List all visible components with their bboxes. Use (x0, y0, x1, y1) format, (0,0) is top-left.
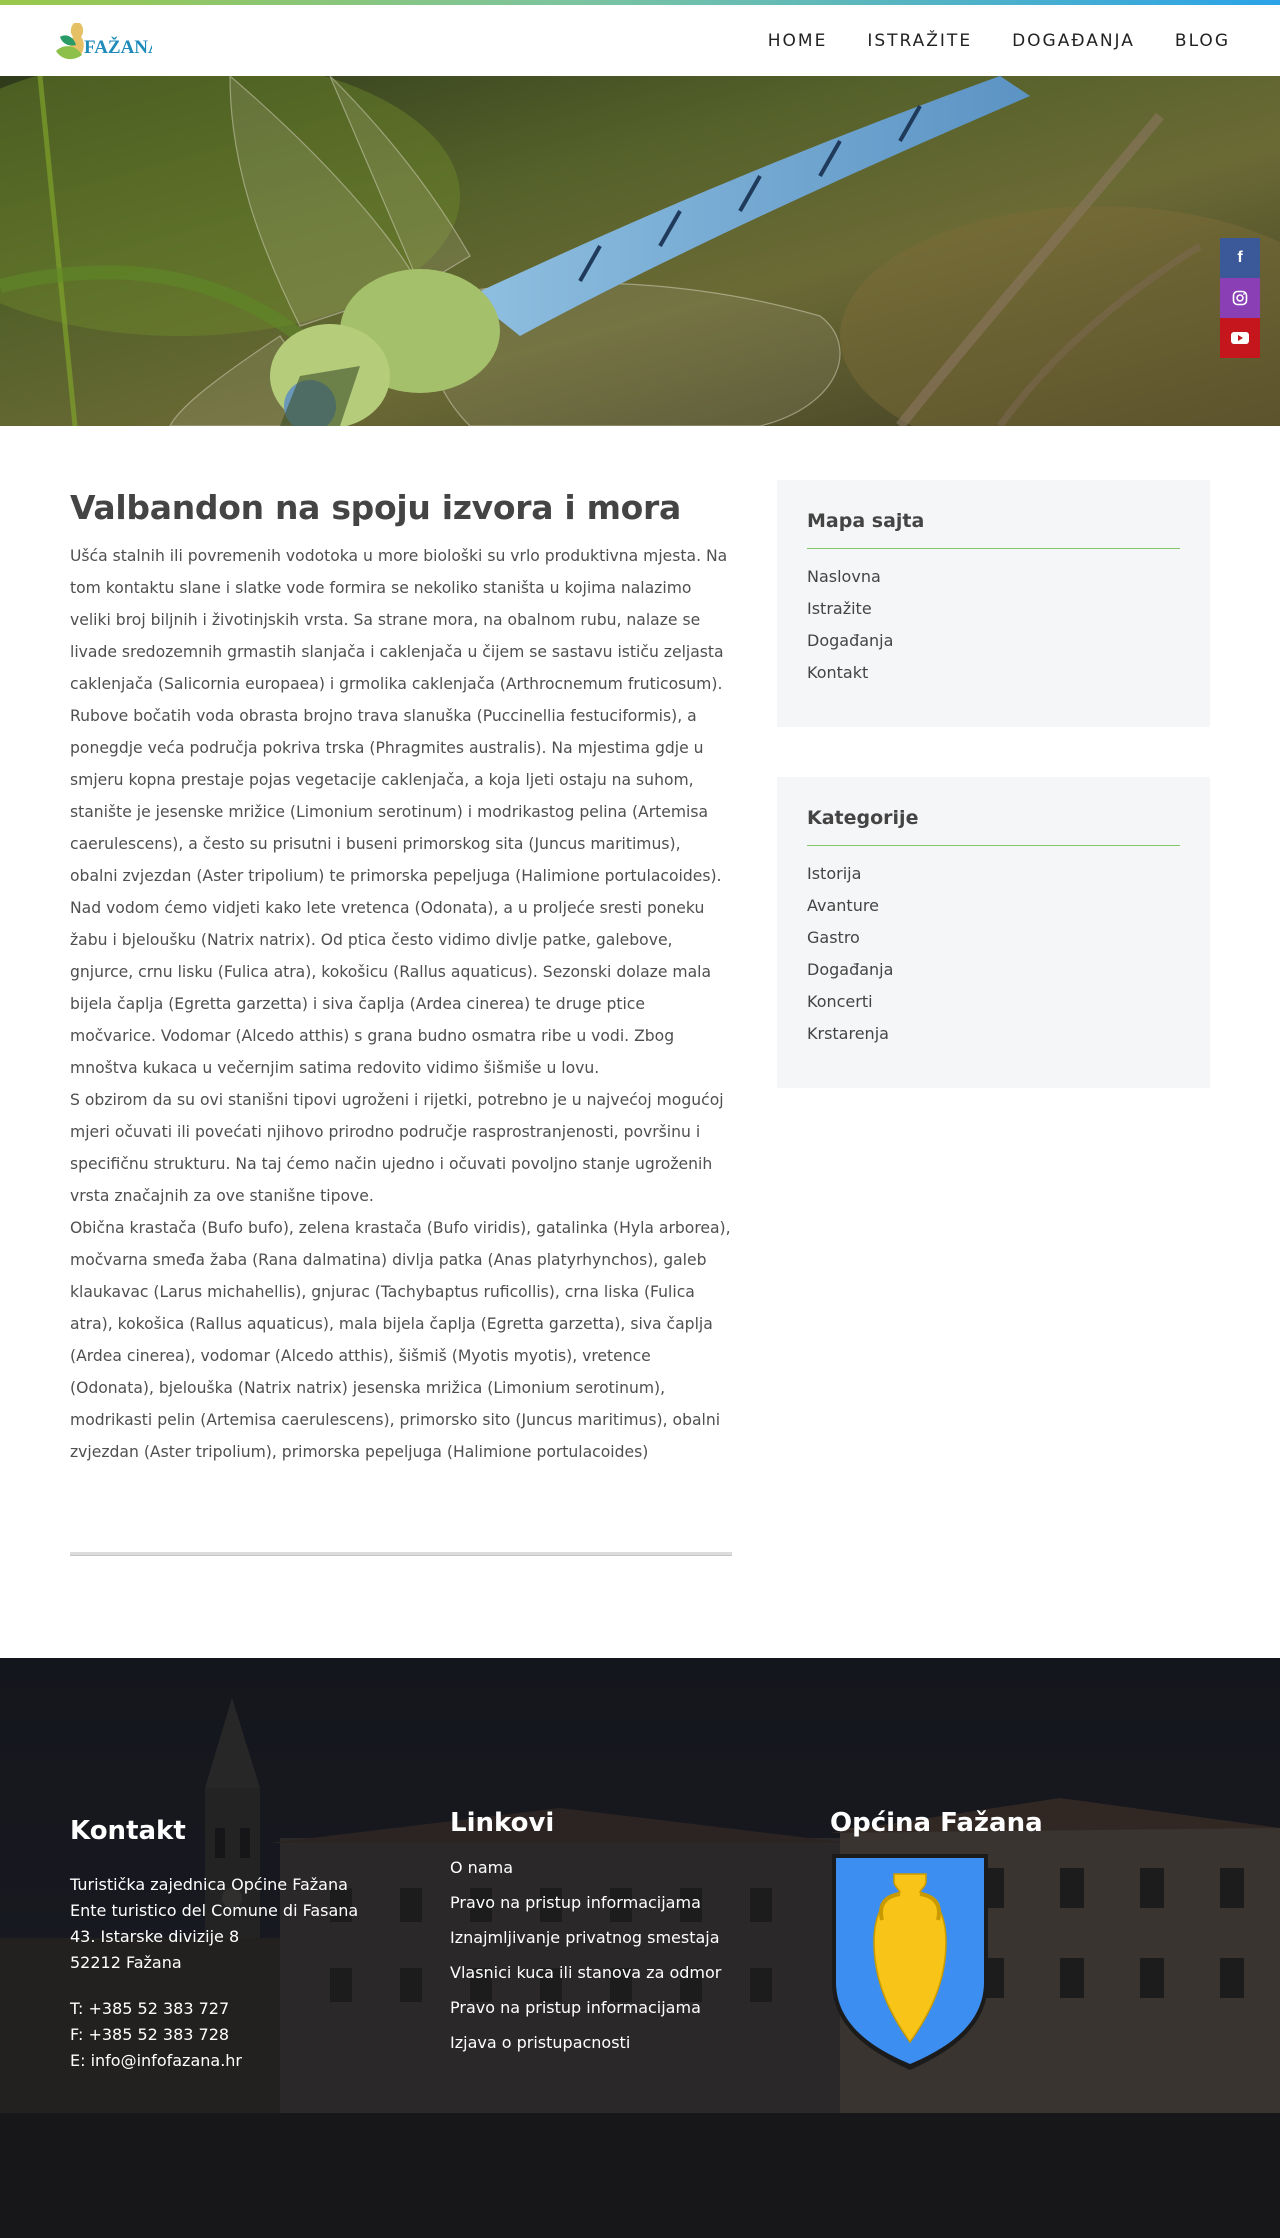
footer-link-iznajmljivanje[interactable]: Iznajmljivanje privatnog smestaja (450, 1920, 721, 1955)
article-paragraph: Ušća stalnih ili povremenih vodotoka u m… (70, 546, 728, 885)
contact-phone[interactable]: T: +385 52 383 727 (70, 1996, 358, 2022)
contact-address-line: Ente turistico del Comune di Fasana (70, 1901, 359, 1920)
article-paragraph: Obična krastača (Bufo bufo), zelena kras… (70, 1218, 731, 1461)
contact-address-line: Turistička zajednica Općine Fažana (70, 1875, 348, 1894)
article: Valbandon na spoju izvora i mora Ušća st… (70, 488, 732, 1468)
footer-municipality-title: Općina Fažana (830, 1808, 1043, 1838)
categories-title: Kategorije (807, 807, 1180, 846)
footer-contact-title: Kontakt (70, 1816, 186, 1846)
article-title: Valbandon na spoju izvora i mora (70, 488, 681, 527)
footer-links-title: Linkovi (450, 1808, 555, 1838)
footer-contact: Kontakt Turistička zajednica Općine Faža… (70, 1816, 358, 2074)
footer-link-vlasnici[interactable]: Vlasnici kuca ili stanova za odmor (450, 1955, 721, 1990)
footer-link-pravo-pristup-2[interactable]: Pravo na pristup informacijama (450, 1990, 721, 2025)
sitemap-title: Mapa sajta (807, 510, 1180, 549)
contact-address-line: 52212 Fažana (70, 1953, 182, 1972)
category-link-koncerti[interactable]: Koncerti (807, 986, 1180, 1018)
logo-text: FAŽANA (84, 36, 152, 58)
sitemap-link-dogadanja[interactable]: Događanja (807, 625, 1180, 657)
site-logo[interactable]: FAŽANA (52, 11, 162, 71)
footer-link-o-nama[interactable]: O nama (450, 1850, 721, 1885)
category-link-gastro[interactable]: Gastro (807, 922, 1180, 954)
nav-blog[interactable]: BLOG (1175, 31, 1230, 51)
article-divider (70, 1552, 732, 1556)
footer-link-pravo-pristup[interactable]: Pravo na pristup informacijama (450, 1885, 721, 1920)
sitemap-link-naslovna[interactable]: Naslovna (807, 561, 1180, 593)
footer-link-izjava[interactable]: Izjava o pristupacnosti (450, 2025, 721, 2060)
footer-links: Linkovi O nama Pravo na pristup informac… (450, 1808, 721, 2060)
site-footer: Kontakt Turistička zajednica Općine Faža… (0, 1658, 1280, 2238)
nav-dogadanja[interactable]: DOGAĐANJA (1012, 31, 1135, 51)
main-content: Valbandon na spoju izvora i mora Ušća st… (0, 426, 1280, 1658)
category-link-dogadanja[interactable]: Događanja (807, 954, 1180, 986)
contact-fax: F: +385 52 383 728 (70, 2025, 230, 2044)
nav-home[interactable]: HOME (768, 31, 828, 51)
contact-address-line: 43. Istarske divizije 8 (70, 1927, 240, 1946)
fazana-coat-of-arms (832, 1854, 988, 2070)
hero-image-dragonfly (0, 76, 1280, 426)
social-sidebar: f (1220, 238, 1260, 358)
article-paragraph: Nad vodom ćemo vidjeti kako lete vretenc… (70, 898, 712, 1077)
sitemap-link-kontakt[interactable]: Kontakt (807, 657, 1180, 689)
facebook-icon[interactable]: f (1220, 238, 1260, 278)
nav-istrazite[interactable]: ISTRAŽITE (867, 31, 972, 51)
footer-municipality: Općina Fažana (830, 1808, 1043, 2077)
category-link-krstarenja[interactable]: Krstarenja (807, 1018, 1180, 1050)
category-link-istorija[interactable]: Istorija (807, 858, 1180, 890)
main-nav: HOME ISTRAŽITE DOGAĐANJA BLOG (728, 5, 1230, 76)
category-link-avanture[interactable]: Avanture (807, 890, 1180, 922)
site-header: FAŽANA HOME ISTRAŽITE DOGAĐANJA BLOG (0, 5, 1280, 76)
sitemap-widget: Mapa sajta Naslovna Istražite Događanja … (777, 480, 1210, 727)
instagram-icon[interactable] (1220, 278, 1260, 318)
sitemap-link-istrazite[interactable]: Istražite (807, 593, 1180, 625)
youtube-icon[interactable] (1220, 318, 1260, 358)
categories-widget: Kategorije Istorija Avanture Gastro Doga… (777, 777, 1210, 1088)
article-paragraph: S obzirom da su ovi stanišni tipovi ugro… (70, 1090, 724, 1205)
contact-email[interactable]: E: info@infofazana.hr (70, 2048, 358, 2074)
